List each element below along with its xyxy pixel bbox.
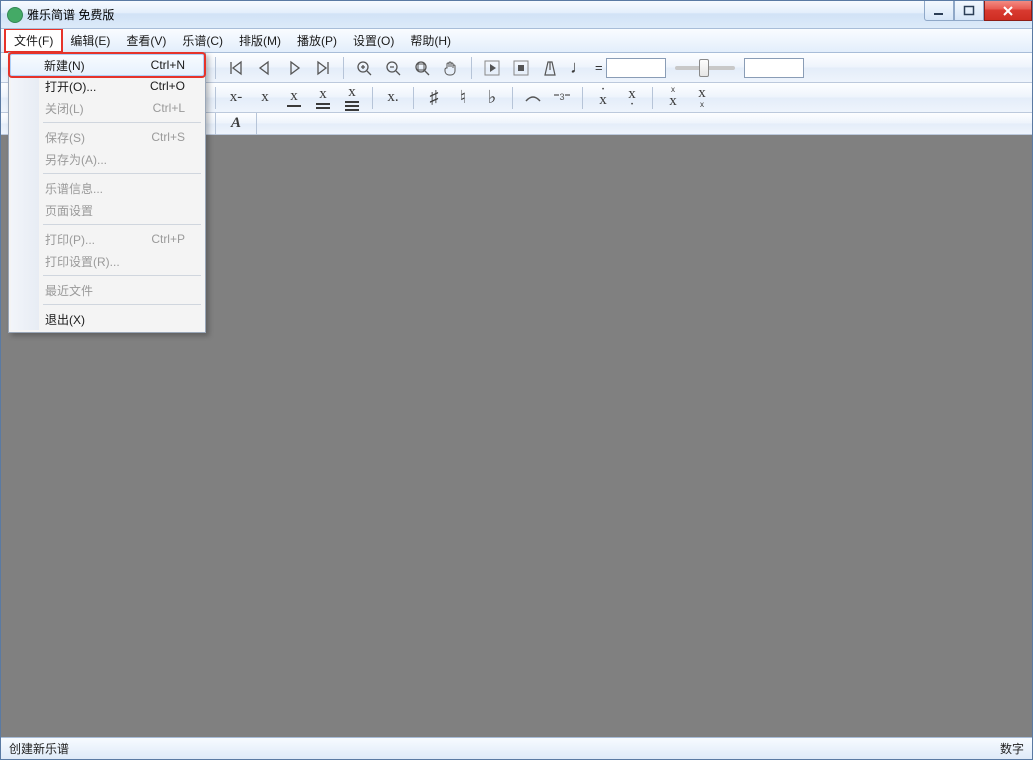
menu-separator [43,304,201,305]
dd-close: 关闭(L) Ctrl+L [11,97,203,119]
menu-item-label: 最近文件 [45,282,93,299]
zoom-fit-icon[interactable] [409,55,435,81]
menu-item-label: 关闭(L) [45,100,84,117]
menu-separator [43,122,201,123]
note-x-dash[interactable]: x- [223,85,249,111]
play-icon[interactable] [479,55,505,81]
pan-hand-icon[interactable] [438,55,464,81]
menu-separator [43,275,201,276]
dd-open[interactable]: 打开(O)... Ctrl+O [11,75,203,97]
menu-item-label: 打开(O)... [45,78,96,95]
note-x-underline3[interactable]: x [339,85,365,111]
app-window: 雅乐简谱 免费版 文件(F)编辑(E)查看(V)乐谱(C)排版(M)播放(P)设… [0,0,1033,760]
menu-item-label: 打印设置(R)... [45,253,120,270]
window-controls [924,1,1032,21]
titlebar: 雅乐简谱 免费版 [1,1,1032,29]
tempo-slider[interactable] [675,66,735,70]
tempo-note-icon: ♩ [566,55,592,81]
dd-page-setup: 页面设置 [11,199,203,221]
octave-down-icon[interactable]: x• [619,85,645,111]
grace-down-icon[interactable]: xx [689,85,715,111]
close-button[interactable] [984,1,1032,21]
sharp-icon[interactable]: ♯ [421,85,447,111]
nav-next-icon[interactable] [281,55,307,81]
menu-item-shortcut: Ctrl+L [153,101,185,115]
font-style-button[interactable]: A [223,114,249,134]
natural-icon[interactable]: ♮ [450,85,476,111]
flat-icon[interactable]: ♭ [479,85,505,111]
menu-item-shortcut: Ctrl+O [150,79,185,93]
svg-text:3: 3 [559,92,564,102]
menu-edit[interactable]: 编辑(E) [62,29,118,52]
menu-help[interactable]: 帮助(H) [402,29,459,52]
file-menu-dropdown: 新建(N) Ctrl+N 打开(O)... Ctrl+O 关闭(L) Ctrl+L 保存(S… [8,52,206,333]
menu-item-label: 页面设置 [45,202,93,219]
dd-print: 打印(P)... Ctrl+P [11,228,203,250]
maximize-button[interactable] [954,1,984,21]
minimize-button[interactable] [924,1,954,21]
menu-separator [43,173,201,174]
menu-item-label: 打印(P)... [45,231,95,248]
menu-layout[interactable]: 排版(M) [231,29,289,52]
menu-play[interactable]: 播放(P) [289,29,345,52]
grace-up-icon[interactable]: xx [660,85,686,111]
dd-new[interactable]: 新建(N) Ctrl+N [10,54,204,76]
menu-item-label: 保存(S) [45,129,85,146]
menubar: 文件(F)编辑(E)查看(V)乐谱(C)排版(M)播放(P)设置(O)帮助(H) [1,29,1032,53]
menu-view[interactable]: 查看(V) [118,29,174,52]
nav-prev-icon[interactable] [252,55,278,81]
menu-item-label: 另存为(A)... [45,151,107,168]
dd-recent: 最近文件 [11,279,203,301]
nav-first-icon[interactable] [223,55,249,81]
app-icon [7,7,23,23]
menu-file[interactable]: 文件(F) [5,29,62,52]
dd-exit[interactable]: 退出(X) [11,308,203,330]
note-x-underline1[interactable]: x [281,85,307,111]
note-x-plain[interactable]: x [252,85,278,111]
nav-last-icon[interactable] [310,55,336,81]
stop-icon[interactable] [508,55,534,81]
tempo-display[interactable] [744,58,804,78]
window-title: 雅乐简谱 免费版 [27,6,114,23]
dd-print-setup: 打印设置(R)... [11,250,203,272]
zoom-out-icon[interactable] [380,55,406,81]
tuplet-icon[interactable]: 3 [549,85,575,111]
statusbar: 创建新乐谱 数字 [1,737,1032,759]
menu-score[interactable]: 乐谱(C) [174,29,231,52]
tempo-input[interactable] [606,58,666,78]
menu-item-label: 新建(N) [44,57,85,74]
menu-separator [43,224,201,225]
menu-item-shortcut: Ctrl+P [151,232,185,246]
dd-score-info: 乐谱信息... [11,177,203,199]
zoom-in-icon[interactable] [351,55,377,81]
note-x-dot[interactable]: x. [380,85,406,111]
status-right: 数字 [1000,740,1024,757]
menu-item-label: 乐谱信息... [45,180,103,197]
octave-up-icon[interactable]: •x [590,85,616,111]
menu-settings[interactable]: 设置(O) [345,29,402,52]
tie-icon[interactable] [520,85,546,111]
status-left: 创建新乐谱 [9,740,69,757]
tempo-equals: = [595,60,603,75]
menu-item-shortcut: Ctrl+S [151,130,185,144]
note-x-underline2[interactable]: x [310,85,336,111]
menu-item-shortcut: Ctrl+N [151,58,185,72]
dd-save-as: 另存为(A)... [11,148,203,170]
dd-save: 保存(S) Ctrl+S [11,126,203,148]
metronome-icon[interactable] [537,55,563,81]
menu-item-label: 退出(X) [45,311,85,328]
